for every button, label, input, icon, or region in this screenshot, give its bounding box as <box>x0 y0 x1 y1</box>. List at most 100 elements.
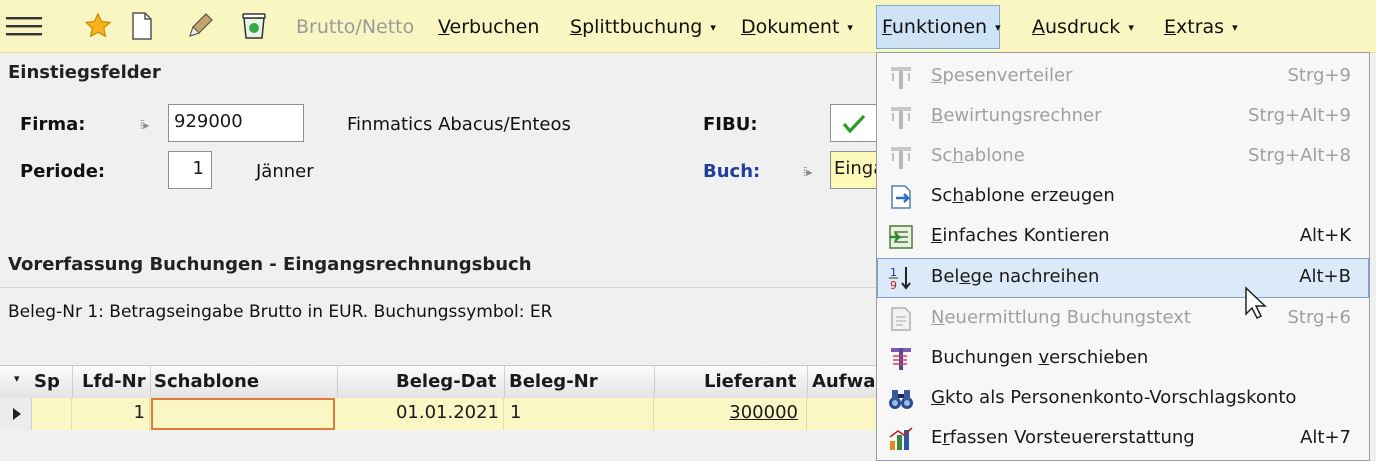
periode-name: Jänner <box>256 161 314 182</box>
row-pointer-icon <box>13 408 21 420</box>
column-separator <box>337 366 338 398</box>
main-panel: Einstiegsfelder Firma: ⦙⦙▸ 929000 Finmat… <box>0 53 876 461</box>
menu-extras[interactable]: Extras ▾ <box>1164 14 1238 43</box>
cell-beleg-nr[interactable]: 1 <box>504 398 654 430</box>
menu-label-rest: erbuchen <box>449 16 540 38</box>
menu-item-label: Spesenverteiler <box>931 65 1073 86</box>
cell-schablone-active[interactable] <box>151 398 335 430</box>
column-header-lfd-nr[interactable]: Lfd-Nr <box>82 371 146 392</box>
menu-item-buchungen-verschieben[interactable]: Buchungen verschieben <box>877 339 1369 379</box>
menu-label-rest: okument <box>755 16 840 38</box>
menu-item-spesenverteiler[interactable]: Spesenverteiler Strg+9 <box>877 57 1369 97</box>
move-postings-icon <box>891 348 911 370</box>
svg-text:9: 9 <box>890 279 897 292</box>
menu-accel: V <box>438 16 450 38</box>
menu-item-label: Erfassen Vorsteuererstattung <box>931 427 1195 448</box>
menu-dokument[interactable]: Dokument ▾ <box>741 14 853 43</box>
lieferant-link[interactable]: 300000 <box>729 402 798 423</box>
menu-label-rest: unktionen <box>891 16 988 38</box>
buch-label: Buch: <box>703 161 761 182</box>
chevron-down-icon: ▾ <box>1128 21 1134 34</box>
column-header-beleg-nr[interactable]: Beleg-Nr <box>509 371 598 392</box>
column-separator <box>72 366 73 398</box>
menu-item-einfaches-kontieren[interactable]: Einfaches Kontieren Alt+K <box>877 217 1369 257</box>
menu-item-label: Belege nachreihen <box>931 266 1100 287</box>
menu-item-belege-nachreihen[interactable]: 19 Belege nachreihen Alt+B <box>877 258 1369 298</box>
chevron-down-icon: ▾ <box>1232 21 1238 34</box>
cell-lfd-nr-value: 1 <box>133 402 145 423</box>
divider <box>0 287 876 288</box>
cell-beleg-dat-value: 01.01.2021 <box>395 402 499 423</box>
menu-item-label: Einfaches Kontieren <box>931 225 1110 246</box>
column-separator <box>807 366 808 398</box>
grid-info-text: Beleg-Nr 1: Betragseingabe Brutto in EUR… <box>8 302 553 322</box>
menu-item-gkto-personenkonto[interactable]: Gkto als Personenkonto-Vorschlagskonto <box>877 379 1369 419</box>
menu-item-schablone-erzeugen[interactable]: Schablone erzeugen <box>877 177 1369 217</box>
chevron-down-icon: ▾ <box>995 21 1001 34</box>
favorite-star-icon[interactable] <box>82 10 114 42</box>
svg-text:1: 1 <box>890 266 897 279</box>
menu-ausdruck[interactable]: Ausdruck ▾ <box>1032 14 1134 43</box>
menu-verbuchen[interactable]: Verbuchen <box>438 14 539 40</box>
menu-item-shortcut: Strg+6 <box>1287 307 1351 328</box>
grid-header: ▾ Sp Lfd-Nr Schablone Beleg-Dat Beleg-Nr… <box>0 365 876 399</box>
column-separator <box>654 366 655 398</box>
firma-input[interactable]: 929000 <box>168 104 304 142</box>
cell-beleg-dat[interactable]: 01.01.2021 <box>338 398 504 430</box>
menu-item-label: Bewirtungsrechner <box>931 105 1102 126</box>
menu-item-label: Neuermittlung Buchungstext <box>931 307 1191 328</box>
table-row[interactable]: 1 01.01.2021 1 300000 <box>0 398 876 430</box>
column-header-schablone[interactable]: Schablone <box>154 371 259 392</box>
cell-aufwand[interactable] <box>807 398 876 430</box>
firma-name: Finmatics Abacus/Enteos <box>347 114 571 135</box>
column-header-lieferant[interactable]: Lieferant <box>704 371 796 392</box>
new-document-icon[interactable] <box>126 10 158 42</box>
renumber-sort-icon: 19 <box>889 266 911 292</box>
refresh-text-icon <box>891 307 911 331</box>
menu-accel: A <box>1032 16 1045 38</box>
periode-input[interactable]: 1 <box>168 151 212 189</box>
menu-item-label: Schablone erzeugen <box>931 185 1115 206</box>
menu-item-shortcut: Strg+Alt+9 <box>1248 105 1351 126</box>
menu-accel: F <box>882 16 892 38</box>
menu-item-label: Schablone <box>931 145 1025 166</box>
simple-posting-icon <box>889 225 913 249</box>
column-separator <box>504 366 505 398</box>
column-header-beleg-dat[interactable]: Beleg-Dat <box>396 371 496 392</box>
section-title-einstiegsfelder: Einstiegsfelder <box>8 62 161 83</box>
menu-item-neuermittlung-buchungstext[interactable]: Neuermittlung Buchungstext Strg+6 <box>877 299 1369 339</box>
column-header-aufwand[interactable]: Aufwa <box>812 371 875 392</box>
menu-label-rest: xtras <box>1176 16 1225 38</box>
cell-lfd-nr[interactable]: 1 <box>72 398 150 430</box>
cell-lieferant[interactable]: 300000 <box>654 398 807 430</box>
recycle-bin-icon[interactable] <box>238 10 270 42</box>
column-separator <box>150 366 151 398</box>
create-template-icon <box>891 185 911 209</box>
menu-item-schablone[interactable]: Schablone Strg+Alt+8 <box>877 137 1369 177</box>
menu-label-rest: plittbuchung <box>582 16 703 38</box>
funktionen-dropdown-menu: Spesenverteiler Strg+9 Bewirtungsrechner… <box>876 52 1370 461</box>
chevron-down-icon: ▾ <box>710 21 716 34</box>
row-selector[interactable] <box>0 398 32 430</box>
template-icon <box>891 147 911 169</box>
fibu-checkbox[interactable] <box>830 104 876 142</box>
menu-brutto-netto[interactable]: Brutto/Netto <box>296 14 414 40</box>
menu-item-bewirtungsrechner[interactable]: Bewirtungsrechner Strg+Alt+9 <box>877 97 1369 137</box>
menu-accel: D <box>741 16 756 38</box>
menu-item-shortcut: Strg+9 <box>1287 65 1351 86</box>
buch-input[interactable]: Einga <box>830 151 876 189</box>
distribute-icon <box>891 67 911 89</box>
fibu-label: FIBU: <box>703 114 758 135</box>
edit-pencil-icon[interactable] <box>184 10 216 42</box>
cell-sp[interactable] <box>32 398 72 430</box>
menu-accel: S <box>570 16 583 38</box>
menu-item-erfassen-vorsteuererstattung[interactable]: Erfassen Vorsteuererstattung Alt+7 <box>877 419 1369 459</box>
column-header-sp[interactable]: Sp <box>34 371 60 392</box>
menu-splittbuchung[interactable]: Splittbuchung ▾ <box>570 14 716 43</box>
menu-funktionen[interactable]: Funktionen ▾ <box>882 14 1001 43</box>
firma-label: Firma: <box>20 114 86 135</box>
menu-accel: E <box>1164 16 1177 38</box>
column-chooser-icon[interactable]: ▾ <box>14 372 20 385</box>
hamburger-menu-icon[interactable] <box>4 10 44 42</box>
menu-item-label: Buchungen verschieben <box>931 347 1149 368</box>
